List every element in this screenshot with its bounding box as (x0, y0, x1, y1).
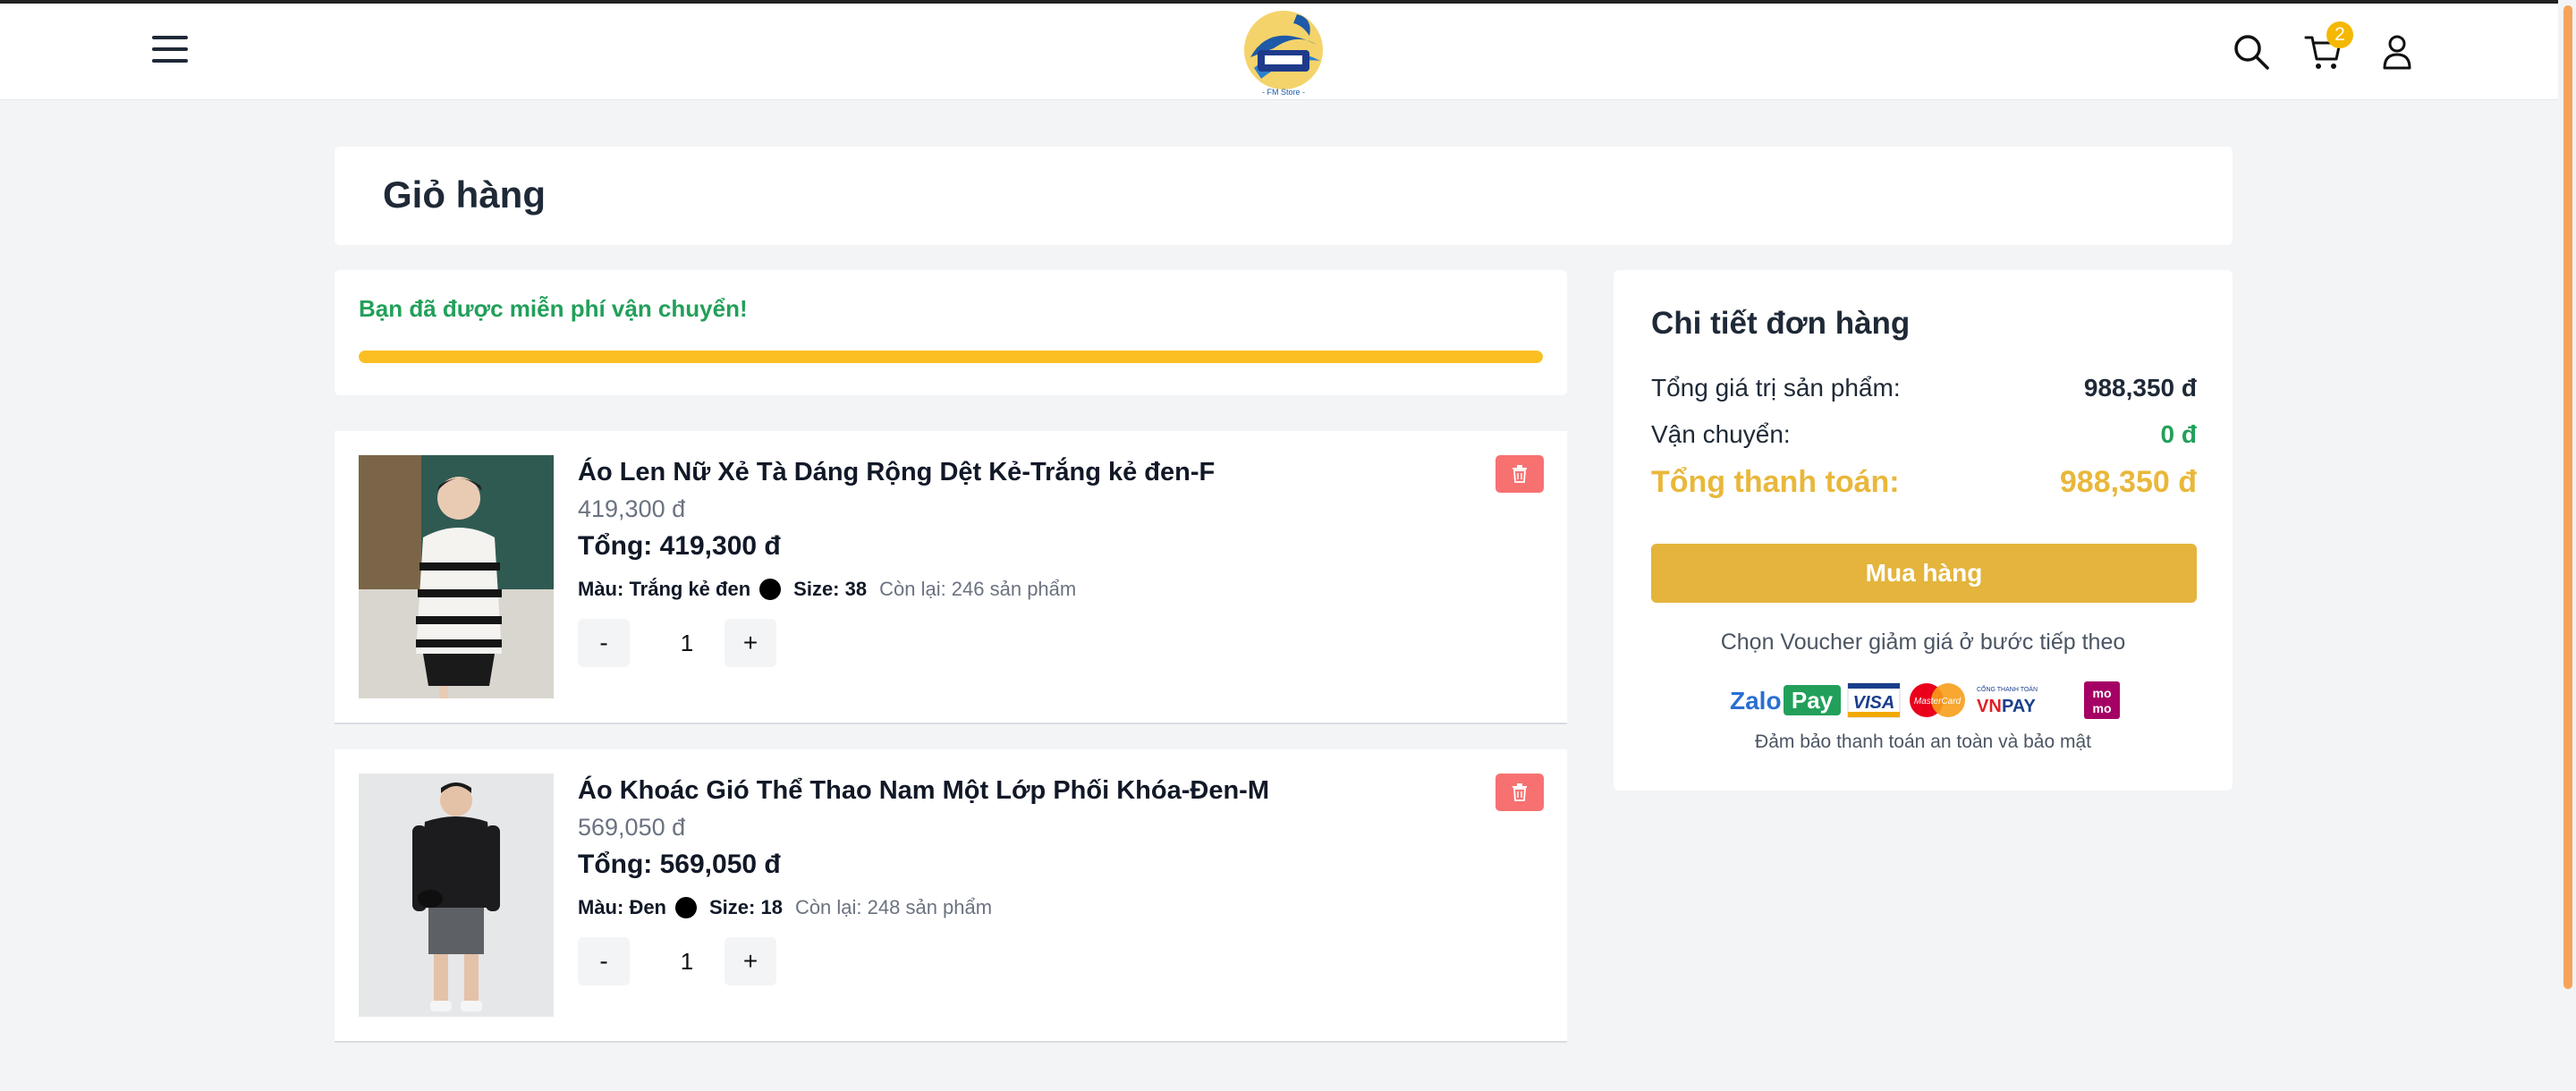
delete-item-button[interactable] (1496, 774, 1544, 811)
svg-text:PAY: PAY (2002, 697, 2036, 716)
quantity-value: 1 (680, 948, 694, 975)
vnpay-logo: CỔNG THANH TOÁN VN PAY (1977, 685, 2038, 716)
hamburger-menu-icon[interactable] (152, 36, 188, 66)
product-size-label: Size: 38 (793, 578, 868, 600)
page-title: Giỏ hàng (383, 173, 546, 216)
subtotal-value: 988,350 đ (2083, 374, 2197, 402)
product-color-label: Màu: Đen (578, 896, 666, 918)
quantity-increase-button[interactable]: + (724, 619, 776, 667)
quantity-decrease-button[interactable]: - (578, 619, 630, 667)
svg-text:MasterCard: MasterCard (1914, 697, 1962, 706)
product-unit-price: 419,300 đ (578, 495, 686, 522)
product-line-total: Tổng: 569,050 đ (578, 850, 781, 879)
payment-methods: Zalo Pay VISA MasterCard CỔNG THANH TOÁN… (1730, 681, 2120, 719)
product-unit-price: 569,050 đ (578, 814, 686, 841)
trash-icon (1513, 465, 1527, 483)
product-stock: Còn lại: 246 sản phẩm (879, 578, 1077, 600)
subtotal-row: Tổng giá trị sản phẩm: 988,350 đ (1651, 374, 2197, 410)
color-swatch (675, 897, 697, 918)
search-icon[interactable] (2232, 32, 2271, 72)
cart-item: Áo Len Nữ Xẻ Tà Dáng Rộng Dệt Kẻ-Trắng k… (335, 431, 1567, 724)
quantity-decrease-button[interactable]: - (578, 937, 630, 985)
product-name[interactable]: Áo Khoác Gió Thể Thao Nam Một Lớp Phối K… (578, 776, 1269, 806)
svg-text:mo: mo (2093, 686, 2112, 700)
subtotal-label: Tổng giá trị sản phẩm: (1651, 374, 1901, 402)
product-stock: Còn lại: 248 sản phẩm (794, 896, 993, 918)
shipping-progress-fill (359, 351, 1543, 363)
cart-item: Áo Khoác Gió Thể Thao Nam Một Lớp Phối K… (335, 749, 1567, 1043)
shipping-progress-bar (359, 351, 1543, 363)
delete-item-button[interactable] (1496, 455, 1544, 493)
store-logo[interactable]: - FM Store - (1234, 5, 1333, 98)
scrollbar-thumb[interactable] (2563, 5, 2572, 989)
cart-count-badge: 2 (2326, 21, 2353, 48)
zalopay-logo: Zalo Pay (1730, 685, 1841, 715)
svg-text:- FM Store -: - FM Store - (1262, 88, 1305, 97)
product-line-total: Tổng: 419,300 đ (578, 531, 781, 561)
product-variant-info: Màu: Trắng kẻ đen Size: 38 Còn lại: 246 … (578, 578, 1076, 601)
product-image[interactable] (359, 455, 554, 698)
svg-text:VISA: VISA (1853, 693, 1895, 713)
shipping-label: Vận chuyển: (1651, 420, 1791, 448)
svg-text:Pay: Pay (1792, 687, 1834, 714)
grand-total-value: 988,350 đ (2059, 465, 2197, 499)
secure-payment-note: Đảm bảo thanh toán an toàn và bảo mật (1755, 732, 2091, 752)
svg-text:Zalo: Zalo (1730, 687, 1782, 715)
product-image[interactable] (359, 774, 554, 1017)
product-variant-info: Màu: Đen Size: 18 Còn lại: 248 sản phẩm (578, 896, 992, 919)
grand-total-row: Tổng thanh toán: 988,350 đ (1651, 465, 2197, 501)
momo-logo: mo mo (2084, 681, 2120, 719)
quantity-increase-button[interactable]: + (724, 937, 776, 985)
visa-logo: VISA (1847, 682, 1901, 718)
mastercard-logo: MasterCard (1910, 683, 1965, 717)
shipping-value: 0 đ (2160, 420, 2197, 448)
grand-total-label: Tổng thanh toán: (1651, 465, 1900, 499)
user-account-icon[interactable] (2377, 32, 2417, 72)
svg-text:mo: mo (2093, 701, 2112, 715)
free-shipping-card: Bạn đã được miễn phí vận chuyển! (335, 270, 1567, 395)
quantity-value: 1 (680, 630, 694, 656)
free-shipping-message: Bạn đã được miễn phí vận chuyển! (359, 295, 748, 322)
product-size-label: Size: 18 (709, 896, 783, 918)
svg-text:VN: VN (1977, 697, 2002, 716)
svg-text:CỔNG THANH TOÁN: CỔNG THANH TOÁN (1977, 685, 2038, 693)
voucher-note: Chọn Voucher giảm giá ở bước tiếp theo (1720, 630, 2126, 655)
product-name[interactable]: Áo Len Nữ Xẻ Tà Dáng Rộng Dệt Kẻ-Trắng k… (578, 458, 1215, 487)
page-title-card: Giỏ hàng (335, 147, 2233, 245)
trash-icon (1513, 783, 1527, 801)
order-summary-title: Chi tiết đơn hàng (1651, 306, 1911, 341)
product-color-label: Màu: Trắng kẻ đen (578, 578, 751, 600)
site-header: - FM Store - 2 (0, 4, 2558, 100)
shipping-row: Vận chuyển: 0 đ (1651, 420, 2197, 456)
order-summary-card: Chi tiết đơn hàng Tổng giá trị sản phẩm:… (1614, 270, 2233, 791)
color-swatch (759, 579, 782, 600)
checkout-button[interactable]: Mua hàng (1651, 544, 2197, 603)
